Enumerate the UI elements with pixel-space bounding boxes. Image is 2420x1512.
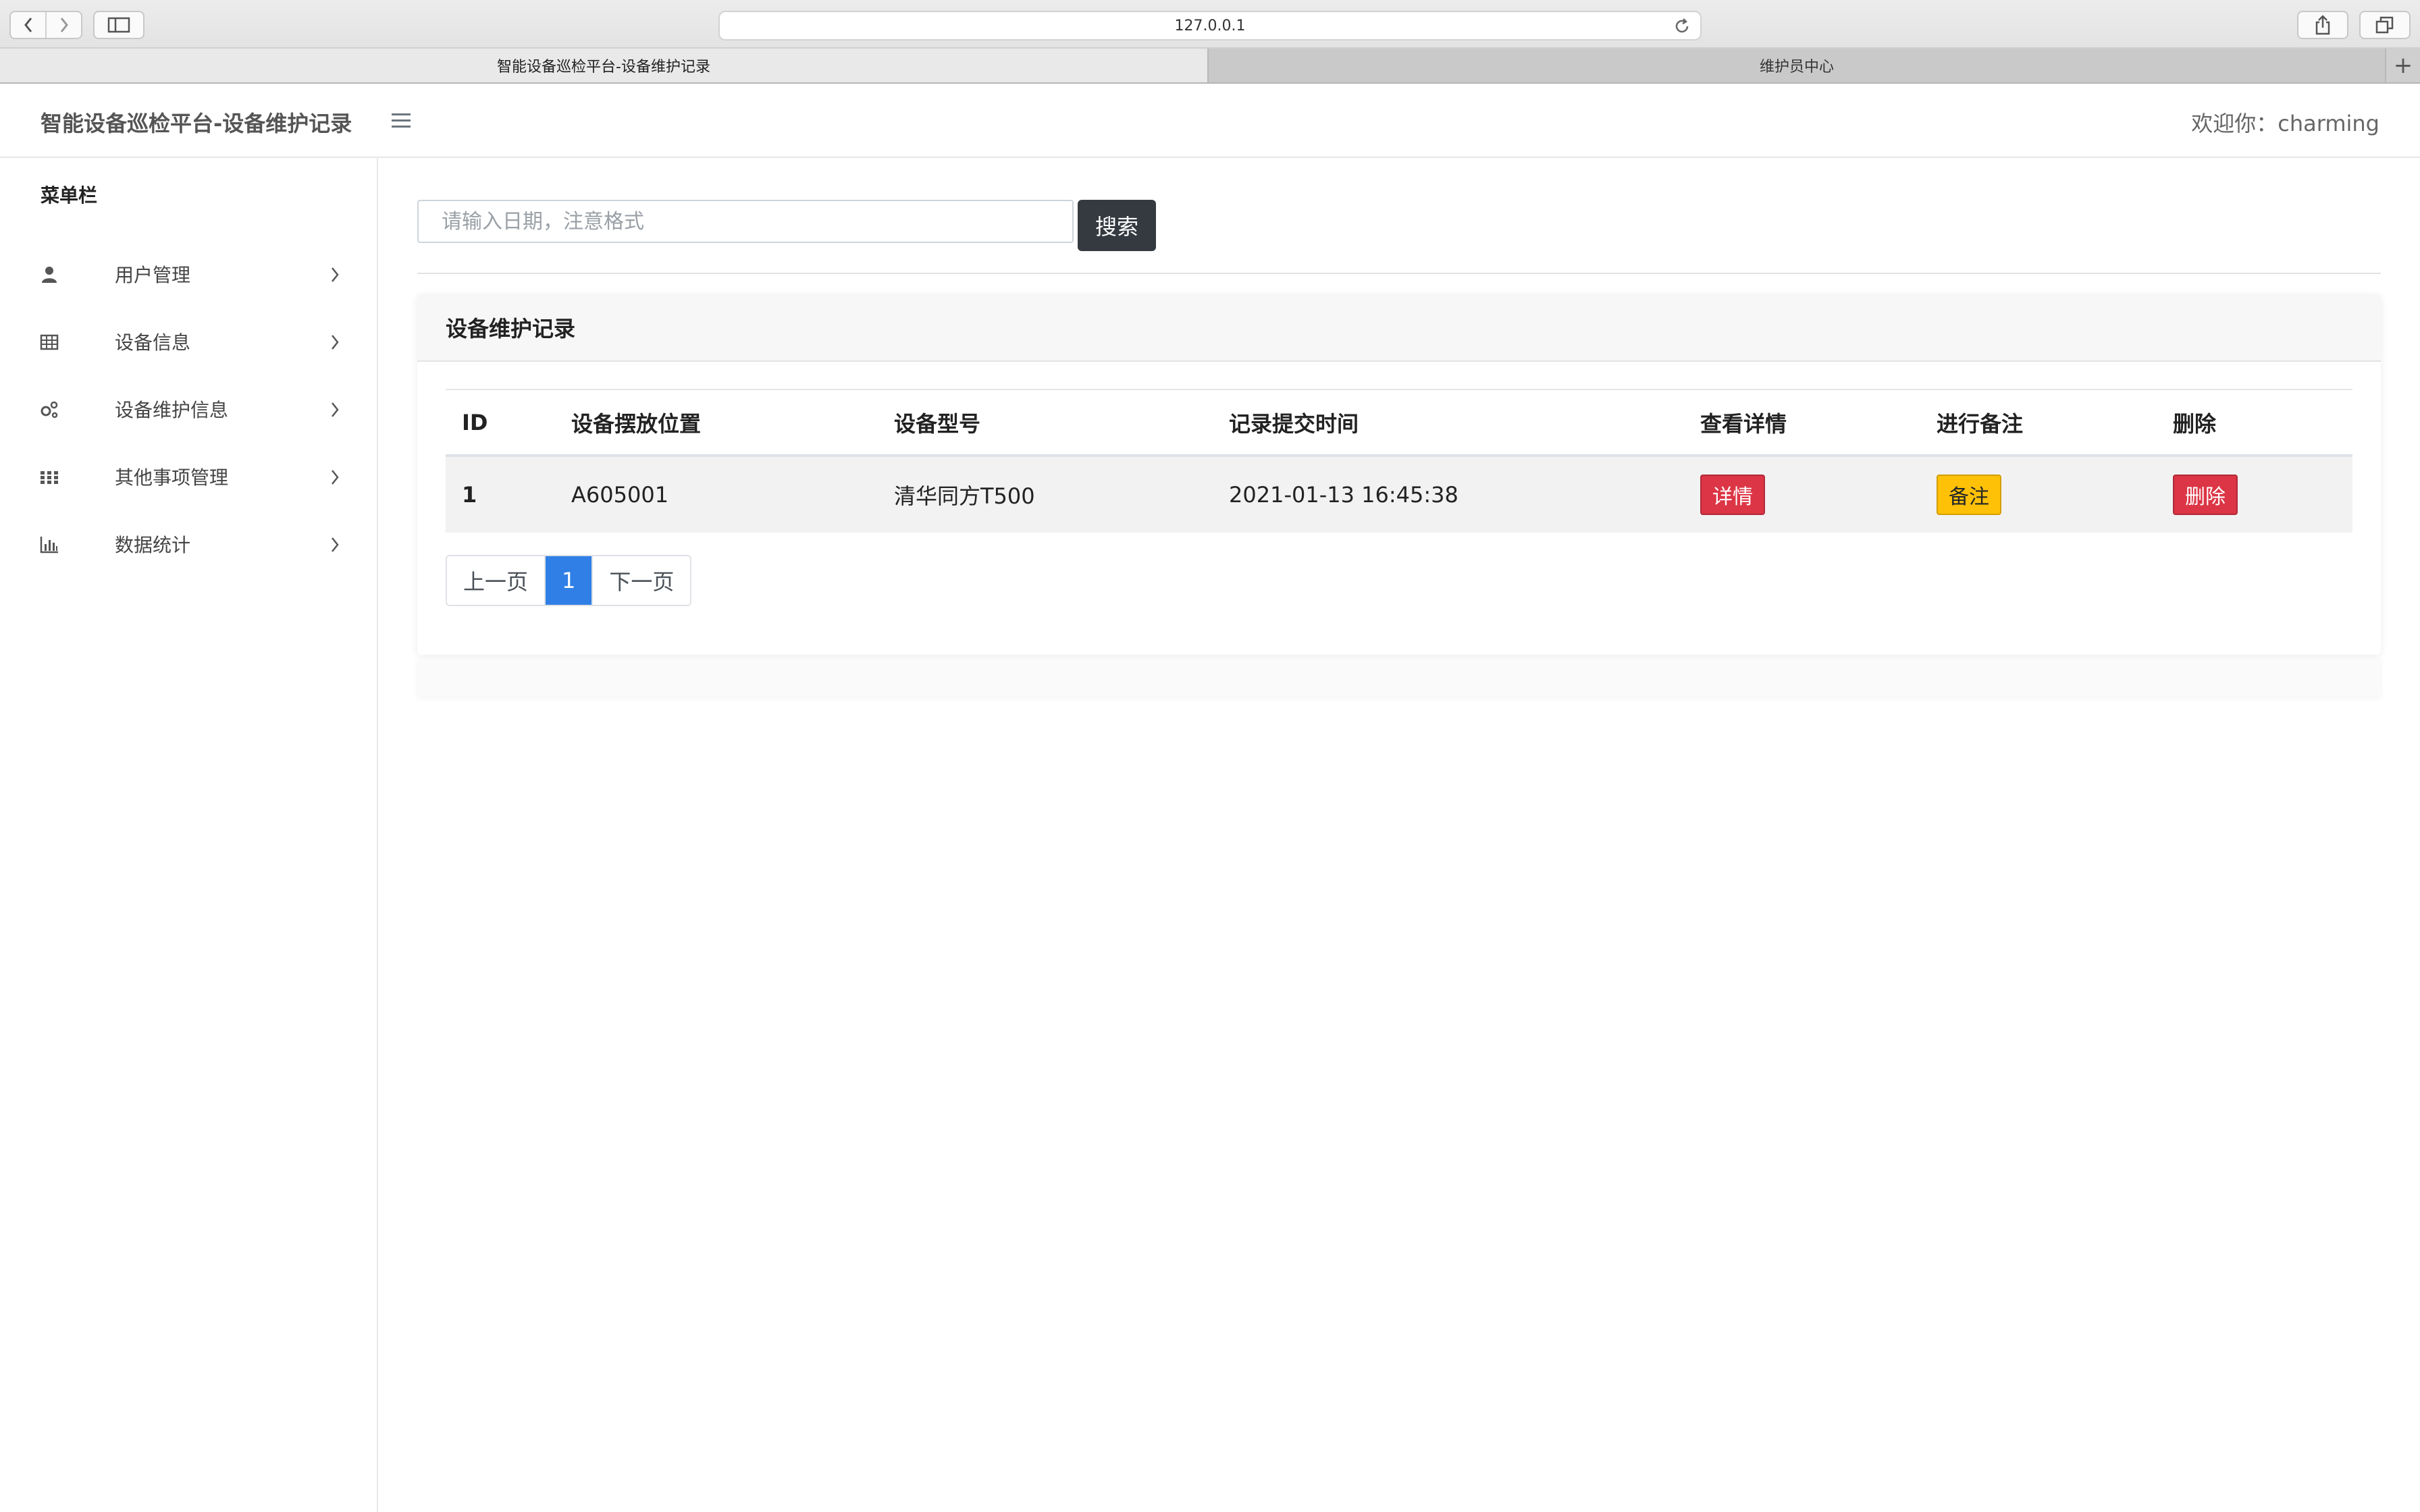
back-button[interactable] [11, 12, 45, 38]
cell-id: 1 [462, 482, 477, 508]
records-table: ID 设备摆放位置 设备型号 记录提交时间 查看详情 进行备注 删除 1 A60… [446, 389, 2352, 533]
date-search-input[interactable] [417, 200, 1074, 243]
column-header-delete: 删除 [2173, 410, 2217, 437]
brand-title[interactable]: 智能设备巡检平台-设备维护记录 [41, 107, 352, 138]
tab-bar: 智能设备巡检平台-设备维护记录 维护员中心 + [0, 49, 2420, 84]
new-tab-button[interactable]: + [2386, 49, 2420, 82]
note-button[interactable]: 备注 [1937, 475, 2001, 515]
divider [417, 273, 2381, 274]
current-page-button[interactable]: 1 [544, 556, 592, 605]
tab-label: 维护员中心 [1759, 59, 1834, 76]
card-title: 设备维护记录 [417, 294, 2381, 362]
cell-detail: 详情 [1684, 456, 1920, 533]
card-footer-strip [417, 659, 2381, 697]
address-bar[interactable]: 127.0.0.1 [718, 11, 1702, 40]
sidebar-item-label: 设备维护信息 [115, 399, 229, 421]
maintenance-records-card: 设备维护记录 ID 设备摆放位置 设备型号 记录提交时间 查看详情 进行备注 删… [417, 294, 2381, 655]
sidebar-item-label: 设备信息 [115, 331, 191, 354]
bar-chart-icon [40, 537, 58, 554]
column-header-id: ID [462, 409, 488, 435]
sidebar-item-other-affairs[interactable]: 其他事项管理 [0, 441, 378, 509]
prev-page-button[interactable]: 上一页 [447, 556, 545, 605]
sidebar: 菜单栏 用户管理 设备信息 设备维护信息 其他事项管理 数据统计 [0, 158, 378, 1512]
share-button[interactable] [2297, 11, 2348, 39]
forward-button[interactable] [45, 12, 81, 38]
chevron-right-icon [332, 402, 339, 417]
sidebar-icon [107, 17, 130, 33]
grid-icon [41, 471, 58, 484]
pagination: 上一页 1 下一页 [446, 555, 692, 606]
sidebar-item-label: 其他事项管理 [115, 466, 229, 489]
gears-icon [41, 401, 58, 418]
column-header-location: 设备摆放位置 [571, 410, 702, 437]
app-header: 智能设备巡检平台-设备维护记录 欢迎你：charming [0, 84, 2420, 158]
hamburger-menu-icon[interactable] [390, 111, 412, 131]
url-text: 127.0.0.1 [1174, 17, 1246, 34]
cell-delete: 删除 [2157, 456, 2352, 533]
search-button[interactable]: 搜索 [1078, 200, 1156, 251]
menu-title: 菜单栏 [41, 184, 98, 207]
column-header-model: 设备型号 [894, 410, 981, 437]
tabs-icon [2375, 16, 2394, 34]
tab-label: 智能设备巡检平台-设备维护记录 [497, 59, 710, 76]
history-nav [9, 11, 82, 39]
chevron-right-icon [332, 267, 339, 282]
column-header-detail: 查看详情 [1700, 410, 1787, 437]
next-page-button[interactable]: 下一页 [591, 556, 691, 605]
cell-submitted-at: 2021-01-13 16:45:38 [1229, 482, 1458, 508]
browser-toolbar: 127.0.0.1 [0, 0, 2420, 49]
table-row: 1 A605001 清华同方T500 2021-01-13 16:45:38 详… [446, 456, 2352, 533]
delete-button[interactable]: 删除 [2173, 475, 2238, 515]
tabs-overview-button[interactable] [2359, 11, 2411, 39]
user-icon [42, 267, 57, 283]
screen: 127.0.0.1 智能设备巡检平台-设备维护记录 维护员中心 + 智能设备巡检… [0, 0, 2420, 1512]
sidebar-item-user-management[interactable]: 用户管理 [0, 239, 378, 306]
chevron-right-icon [332, 470, 339, 485]
welcome-user: 欢迎你：charming [2191, 111, 2379, 136]
share-icon [2315, 15, 2330, 35]
table-icon [40, 334, 59, 350]
sidebar-item-statistics[interactable]: 数据统计 [0, 509, 378, 576]
tab-maintenance-records[interactable]: 智能设备巡检平台-设备维护记录 [0, 49, 1209, 82]
tab-maintainer-center[interactable]: 维护员中心 [1209, 49, 2386, 82]
chevron-right-icon [332, 537, 339, 552]
column-header-submitted-at: 记录提交时间 [1229, 410, 1359, 437]
sidebar-item-device-info[interactable]: 设备信息 [0, 306, 378, 374]
chevron-right-icon [332, 335, 339, 350]
sidebar-item-label: 数据统计 [115, 534, 191, 556]
cell-model: 清华同方T500 [894, 483, 1035, 509]
table-header-row: ID 设备摆放位置 设备型号 记录提交时间 查看详情 进行备注 删除 [446, 389, 2352, 456]
chevron-left-icon [24, 18, 32, 32]
browser-sidebar-button[interactable] [93, 11, 144, 39]
reload-icon[interactable] [1673, 18, 1691, 35]
chevron-right-icon [60, 18, 68, 32]
sidebar-item-label: 用户管理 [115, 264, 191, 286]
sidebar-item-device-maintenance[interactable]: 设备维护信息 [0, 374, 378, 441]
column-header-note: 进行备注 [1937, 410, 2024, 437]
cell-location: A605001 [571, 482, 669, 508]
cell-note: 备注 [1920, 456, 2157, 533]
detail-button[interactable]: 详情 [1700, 475, 1765, 515]
